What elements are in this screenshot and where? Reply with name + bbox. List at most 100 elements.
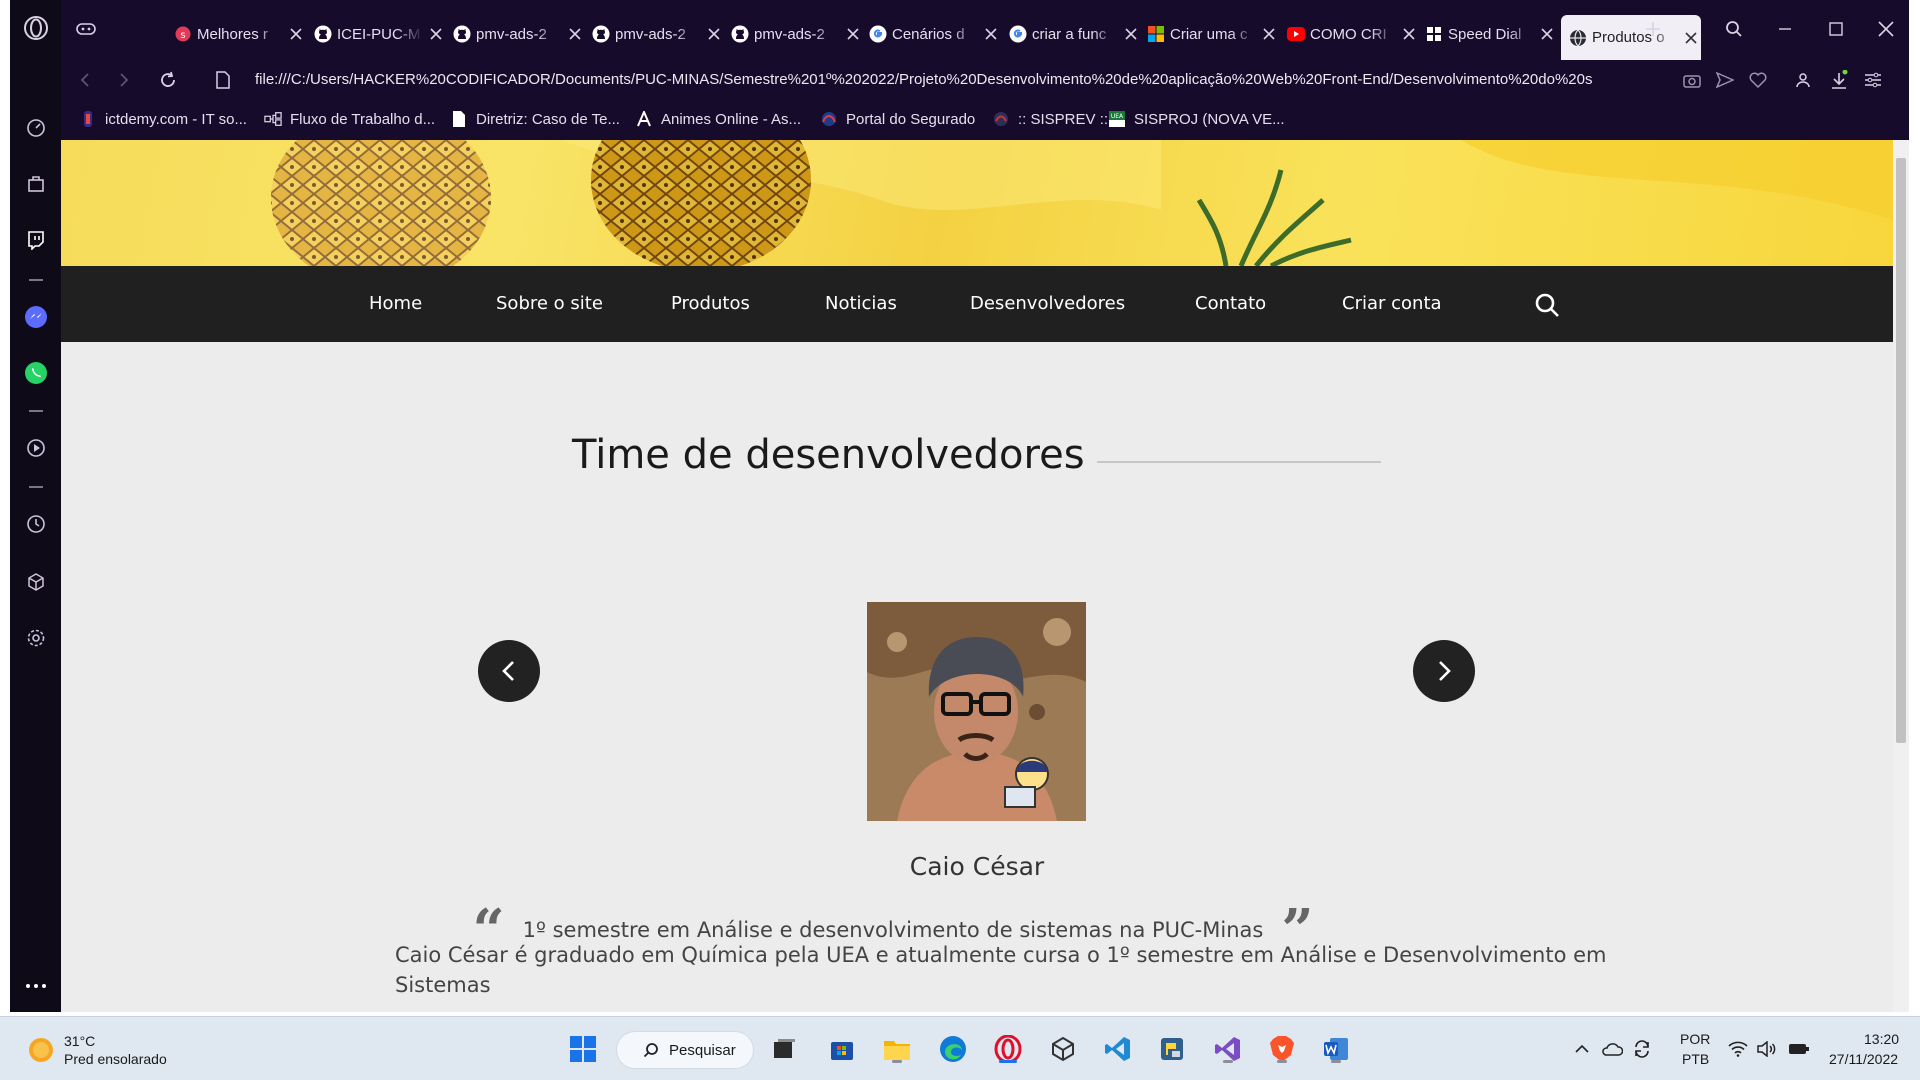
battery-icon[interactable] <box>1786 1031 1812 1067</box>
player-icon[interactable] <box>10 428 61 468</box>
show-hidden-icons-chevron-icon[interactable] <box>1572 1031 1592 1067</box>
carousel-next-button[interactable] <box>1413 640 1475 702</box>
close-tab-icon[interactable] <box>1402 27 1416 41</box>
scrollbar-thumb[interactable] <box>1896 158 1906 743</box>
youtube-icon <box>1287 25 1305 43</box>
close-tab-icon[interactable] <box>984 27 998 41</box>
tab-search-icon[interactable] <box>1715 14 1753 44</box>
snapshot-camera-icon[interactable] <box>1680 68 1704 92</box>
search-icon[interactable] <box>1534 292 1560 318</box>
browser-tab[interactable]: COMO CRI <box>1287 15 1422 53</box>
nav-home[interactable]: Home <box>369 266 422 342</box>
python-icon[interactable] <box>1154 1031 1190 1067</box>
nav-criar-conta[interactable]: Criar conta <box>1342 266 1442 342</box>
clock-time[interactable]: 13:20 <box>1864 1031 1899 1047</box>
pineapple-illustration <box>271 140 1893 266</box>
browser-tab[interactable]: Produtos o <box>1561 15 1701 60</box>
bookmark-item[interactable]: Fluxo de Trabalho d... <box>264 108 435 130</box>
bookmark-heart-icon[interactable] <box>1746 68 1770 92</box>
close-tab-icon[interactable] <box>1262 27 1276 41</box>
language-top[interactable]: POR <box>1680 1031 1710 1047</box>
new-tab-button[interactable] <box>1634 14 1672 44</box>
bookmark-item[interactable]: Portal do Segurado <box>820 108 975 130</box>
weather-widget[interactable]: 31°C Pred ensolarado <box>26 1031 206 1071</box>
bookmark-item[interactable]: :: SISPREV :: <box>992 108 1108 130</box>
browser-tab[interactable]: Speed Dial <box>1425 15 1560 53</box>
url-field[interactable]: file:///C:/Users/HACKER%20CODIFICADOR/Do… <box>255 68 1717 92</box>
close-tab-icon[interactable] <box>289 27 303 41</box>
close-window-button[interactable] <box>1867 14 1905 44</box>
close-tab-icon[interactable] <box>846 27 860 41</box>
bookmark-item[interactable]: Diretriz: Caso de Te... <box>450 108 620 130</box>
file-explorer-icon[interactable] <box>879 1031 915 1067</box>
letter-a-icon <box>635 110 653 128</box>
extensions-cube-icon[interactable] <box>10 562 61 602</box>
wifi-icon[interactable] <box>1726 1031 1750 1067</box>
bag-icon[interactable] <box>10 164 61 204</box>
nav-contato[interactable]: Contato <box>1195 266 1266 342</box>
send-icon[interactable] <box>1713 68 1737 92</box>
close-tab-icon[interactable] <box>1540 27 1554 41</box>
visual-studio-icon[interactable] <box>1210 1031 1246 1067</box>
carousel-prev-button[interactable] <box>478 640 540 702</box>
settings-gear-icon[interactable] <box>10 618 61 658</box>
task-view-icon[interactable] <box>766 1031 802 1067</box>
browser-tab[interactable]: pmv-ads-2 <box>731 15 866 53</box>
nav-desenvolvedores[interactable]: Desenvolvedores <box>970 266 1125 342</box>
nav-produtos[interactable]: Produtos <box>671 266 750 342</box>
maximize-button[interactable] <box>1817 14 1855 44</box>
language-bottom[interactable]: PTB <box>1682 1051 1709 1067</box>
nav-sobre-o-site[interactable]: Sobre o site <box>496 266 603 342</box>
download-icon[interactable] <box>1827 68 1851 92</box>
uea-icon: UEA <box>1108 110 1126 128</box>
bookmark-label: Fluxo de Trabalho d... <box>290 110 436 128</box>
speedometer-icon[interactable] <box>10 108 61 148</box>
whatsapp-icon[interactable] <box>10 353 61 393</box>
browser-tab[interactable]: criar a func <box>1009 15 1144 53</box>
twitch-icon[interactable] <box>10 220 61 260</box>
close-tab-icon[interactable] <box>429 27 443 41</box>
opera-browser-icon[interactable] <box>990 1031 1026 1067</box>
more-options-icon[interactable] <box>10 966 61 1006</box>
vscode-icon[interactable] <box>1100 1031 1136 1067</box>
bookmark-item[interactable]: ictdemy.com - IT so... <box>79 108 247 130</box>
taskbar-search[interactable]: Pesquisar <box>616 1031 754 1069</box>
browser-tab[interactable]: Cenários d <box>869 15 1004 53</box>
back-button[interactable] <box>73 68 97 92</box>
easy-setup-icon[interactable] <box>1861 68 1885 92</box>
browser-tab[interactable]: Criar uma c <box>1147 15 1282 53</box>
volume-icon[interactable] <box>1755 1031 1779 1067</box>
clock-date[interactable]: 27/11/2022 <box>1829 1051 1898 1067</box>
close-tab-icon[interactable] <box>568 27 582 41</box>
bookmark-label: Portal do Segurado <box>846 110 976 128</box>
microsoft-store-icon[interactable] <box>824 1031 860 1067</box>
bookmark-item[interactable]: UEA SISPROJ (NOVA VE... <box>1108 108 1285 130</box>
start-windows-icon[interactable] <box>565 1031 601 1067</box>
site-navbar: Home Sobre o site Produtos Noticias Dese… <box>61 266 1893 342</box>
tab-workspace-icon[interactable] <box>67 14 105 44</box>
bookmark-item[interactable]: Animes Online - As... <box>635 108 801 130</box>
reload-button[interactable] <box>156 68 180 92</box>
close-tab-icon[interactable] <box>1124 27 1138 41</box>
history-icon[interactable] <box>10 504 61 544</box>
page-scrollbar[interactable] <box>1893 140 1909 1012</box>
brave-browser-icon[interactable] <box>1264 1031 1300 1067</box>
sync-icon[interactable] <box>1630 1031 1654 1067</box>
browser-tab[interactable]: pmv-ads-2 <box>592 15 727 53</box>
messenger-icon[interactable] <box>10 297 61 337</box>
close-tab-icon[interactable] <box>707 27 721 41</box>
minimize-button[interactable] <box>1766 14 1804 44</box>
word-icon[interactable] <box>1318 1031 1354 1067</box>
account-icon[interactable] <box>1791 68 1815 92</box>
forward-button[interactable] <box>112 68 136 92</box>
sun-icon <box>29 1038 53 1062</box>
unity-icon[interactable] <box>1045 1031 1081 1067</box>
opera-logo-icon[interactable] <box>10 8 61 48</box>
browser-tab[interactable]: ICEI-PUC-M <box>314 15 449 53</box>
browser-tab[interactable]: s Melhores r <box>174 15 309 53</box>
onedrive-cloud-icon[interactable] <box>1600 1031 1624 1067</box>
close-tab-icon[interactable] <box>1684 31 1698 45</box>
browser-tab[interactable]: pmv-ads-2 <box>453 15 588 53</box>
edge-browser-icon[interactable] <box>935 1031 971 1067</box>
nav-noticias[interactable]: Noticias <box>825 266 897 342</box>
